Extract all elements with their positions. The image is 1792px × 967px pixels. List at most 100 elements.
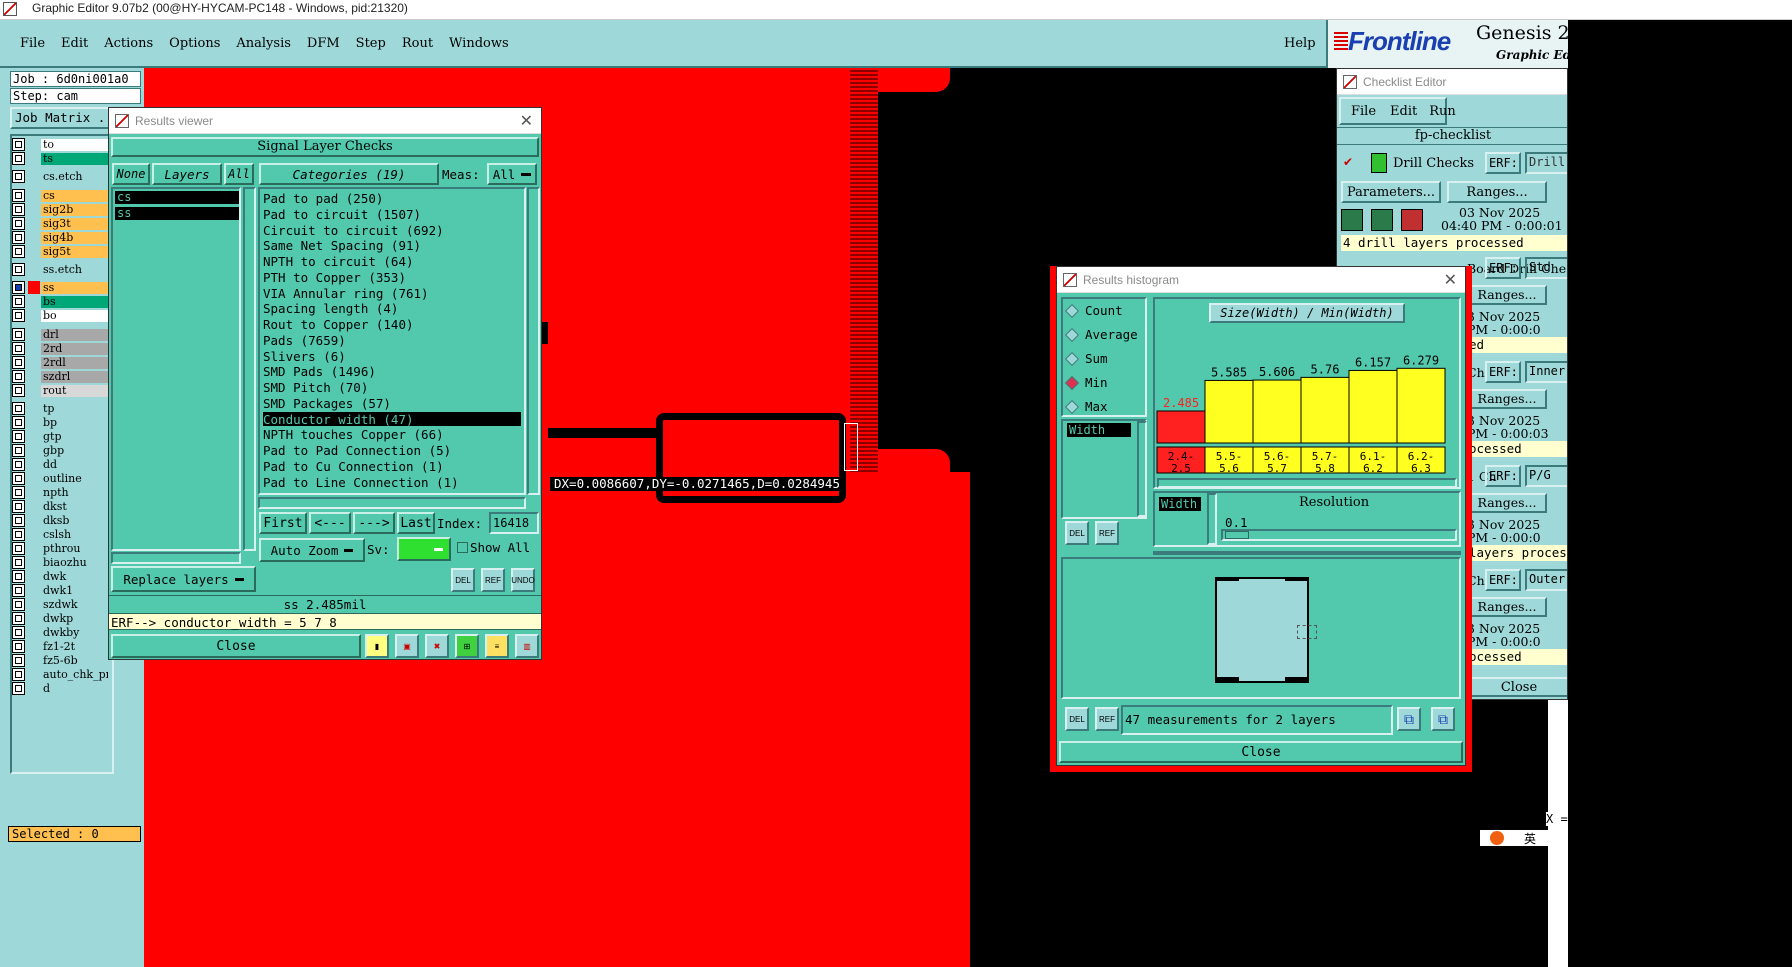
- layer-row-sig5t[interactable]: sig5t: [12, 245, 108, 258]
- preview-del-icon[interactable]: DEL: [1065, 707, 1089, 731]
- checklist-menu-run[interactable]: Run: [1429, 104, 1456, 119]
- category-item[interactable]: Conductor width (47): [263, 412, 414, 427]
- category-item[interactable]: Pad to Pad Connection (5): [263, 443, 451, 458]
- layer-checkbox[interactable]: [12, 328, 25, 341]
- layer-checkbox[interactable]: [12, 486, 25, 499]
- layer-row-2rd[interactable]: 2rd: [12, 342, 108, 355]
- histogram-bar[interactable]: [1348, 369, 1398, 444]
- layer-row-ss.etch[interactable]: ss.etch: [12, 263, 108, 276]
- last-button[interactable]: Last: [397, 512, 435, 534]
- layer-row-auto_chk_pn[interactable]: auto_chk_pn: [12, 668, 108, 681]
- layer-checkbox[interactable]: [12, 528, 25, 541]
- layer-row-rout[interactable]: rout: [12, 384, 108, 397]
- row-erf-value[interactable]: P/G: [1525, 465, 1567, 487]
- resolution-slider[interactable]: [1221, 529, 1457, 541]
- ime-label[interactable]: 英: [1524, 830, 1536, 847]
- ime-icon[interactable]: [1490, 831, 1504, 845]
- layer-row-dksb[interactable]: dksb: [12, 514, 108, 527]
- layer-checkbox[interactable]: [12, 570, 25, 583]
- row-ranges-button[interactable]: Ranges...: [1467, 285, 1547, 305]
- layer-checkbox[interactable]: [12, 370, 25, 383]
- row-erf-value[interactable]: Inner: [1525, 361, 1567, 383]
- histogram-hscroll[interactable]: [1157, 478, 1457, 488]
- results-layer-list[interactable]: cs ss: [111, 187, 241, 551]
- menu-dfm[interactable]: DFM: [307, 36, 340, 51]
- category-item[interactable]: Pad to pad (250): [263, 191, 383, 206]
- category-item[interactable]: NPTH touches Copper (66): [263, 427, 444, 442]
- layer-row-dkst[interactable]: dkst: [12, 500, 108, 513]
- parameters-button[interactable]: Parameters...: [1341, 181, 1441, 203]
- erf-value[interactable]: Drill: [1525, 152, 1567, 174]
- layer-row-npth[interactable]: npth: [12, 486, 108, 499]
- first-button[interactable]: First: [259, 512, 307, 534]
- layer-row-bs[interactable]: bs: [12, 295, 108, 308]
- show-all-checkbox[interactable]: [457, 542, 468, 553]
- layer-checkbox[interactable]: [12, 444, 25, 457]
- tool-icon-5[interactable]: ≡: [485, 634, 509, 658]
- layer-row-outline[interactable]: outline: [12, 472, 108, 485]
- layer-checkbox[interactable]: [12, 295, 25, 308]
- menu-step[interactable]: Step: [356, 36, 386, 51]
- layer-checkbox[interactable]: [12, 281, 25, 294]
- run-icon-3[interactable]: [1401, 209, 1423, 231]
- category-item[interactable]: Slivers (6): [263, 349, 346, 364]
- menu-actions[interactable]: Actions: [104, 36, 153, 51]
- category-item[interactable]: PTH to Copper (353): [263, 270, 406, 285]
- layer-checkbox[interactable]: [12, 309, 25, 322]
- layer-checkbox[interactable]: [12, 416, 25, 429]
- layer-row-bo[interactable]: bo: [12, 309, 108, 322]
- layer-row-gtp[interactable]: gtp: [12, 430, 108, 443]
- row-ranges-button[interactable]: Ranges...: [1467, 597, 1547, 617]
- layer-row-ss[interactable]: ss: [12, 281, 108, 294]
- layer-row-szdwk[interactable]: szdwk: [12, 598, 108, 611]
- slider-thumb[interactable]: [1225, 531, 1249, 539]
- categories-vscroll[interactable]: [527, 187, 540, 495]
- zoom-icon-2[interactable]: ⧉: [1431, 707, 1455, 731]
- layer-row-bp[interactable]: bp: [12, 416, 108, 429]
- histogram-close-button[interactable]: Close: [1059, 741, 1463, 763]
- layer-checkbox[interactable]: [12, 138, 25, 151]
- tool-icon-4[interactable]: ⊞: [455, 634, 479, 658]
- layer-checkbox[interactable]: [12, 668, 25, 681]
- results-layer-item[interactable]: ss: [115, 207, 239, 220]
- layer-row-cs[interactable]: cs: [12, 189, 108, 202]
- close-icon[interactable]: ✕: [520, 111, 533, 131]
- layer-checkbox[interactable]: [12, 402, 25, 415]
- ranges-button[interactable]: Ranges...: [1447, 181, 1547, 203]
- histogram-bar[interactable]: [1300, 376, 1350, 444]
- zoom-icon-1[interactable]: ⧉: [1397, 707, 1421, 731]
- layer-row-sig4b[interactable]: sig4b: [12, 231, 108, 244]
- layer-checkbox[interactable]: [12, 430, 25, 443]
- categories-hscroll[interactable]: [258, 497, 526, 509]
- layer-checkbox[interactable]: [12, 152, 25, 165]
- histogram-bar[interactable]: [1204, 379, 1254, 444]
- layer-row-fz1-2t[interactable]: fz1-2t: [12, 640, 108, 653]
- layers-none-button[interactable]: None: [112, 163, 150, 185]
- layer-list-hscroll[interactable]: [111, 552, 241, 564]
- layer-row-sig3t[interactable]: sig3t: [12, 217, 108, 230]
- run-icon-1[interactable]: [1341, 209, 1363, 231]
- layer-checkbox[interactable]: [12, 472, 25, 485]
- category-item[interactable]: Pad to circuit (1507): [263, 207, 421, 222]
- run-icon-2[interactable]: [1371, 209, 1393, 231]
- layer-checkbox[interactable]: [12, 542, 25, 555]
- category-item[interactable]: SMD Pitch (70): [263, 380, 368, 395]
- auto-zoom-dropdown[interactable]: Auto Zoom: [259, 538, 365, 562]
- menu-analysis[interactable]: Analysis: [236, 36, 291, 51]
- layer-row-gbp[interactable]: gbp: [12, 444, 108, 457]
- layer-row-cs.etch[interactable]: cs.etch: [12, 170, 108, 183]
- layer-row-dwk1[interactable]: dwk1: [12, 584, 108, 597]
- layer-checkbox[interactable]: [12, 203, 25, 216]
- menu-edit[interactable]: Edit: [61, 36, 88, 51]
- layer-row-ts[interactable]: ts: [12, 152, 108, 165]
- layer-checkbox[interactable]: [12, 384, 25, 397]
- category-item[interactable]: Circuit to circuit (692): [263, 223, 444, 238]
- layer-checkbox[interactable]: [12, 356, 25, 369]
- layer-row-dd[interactable]: dd: [12, 458, 108, 471]
- results-layer-item[interactable]: cs: [115, 191, 239, 204]
- preview-ref-icon[interactable]: REF: [1095, 707, 1119, 731]
- check-mark-icon[interactable]: ✔: [1343, 155, 1355, 169]
- checklist-menu-edit[interactable]: Edit: [1390, 104, 1417, 119]
- layers-header-button[interactable]: Layers: [152, 163, 222, 185]
- category-item[interactable]: NPTH to circuit (64): [263, 254, 414, 269]
